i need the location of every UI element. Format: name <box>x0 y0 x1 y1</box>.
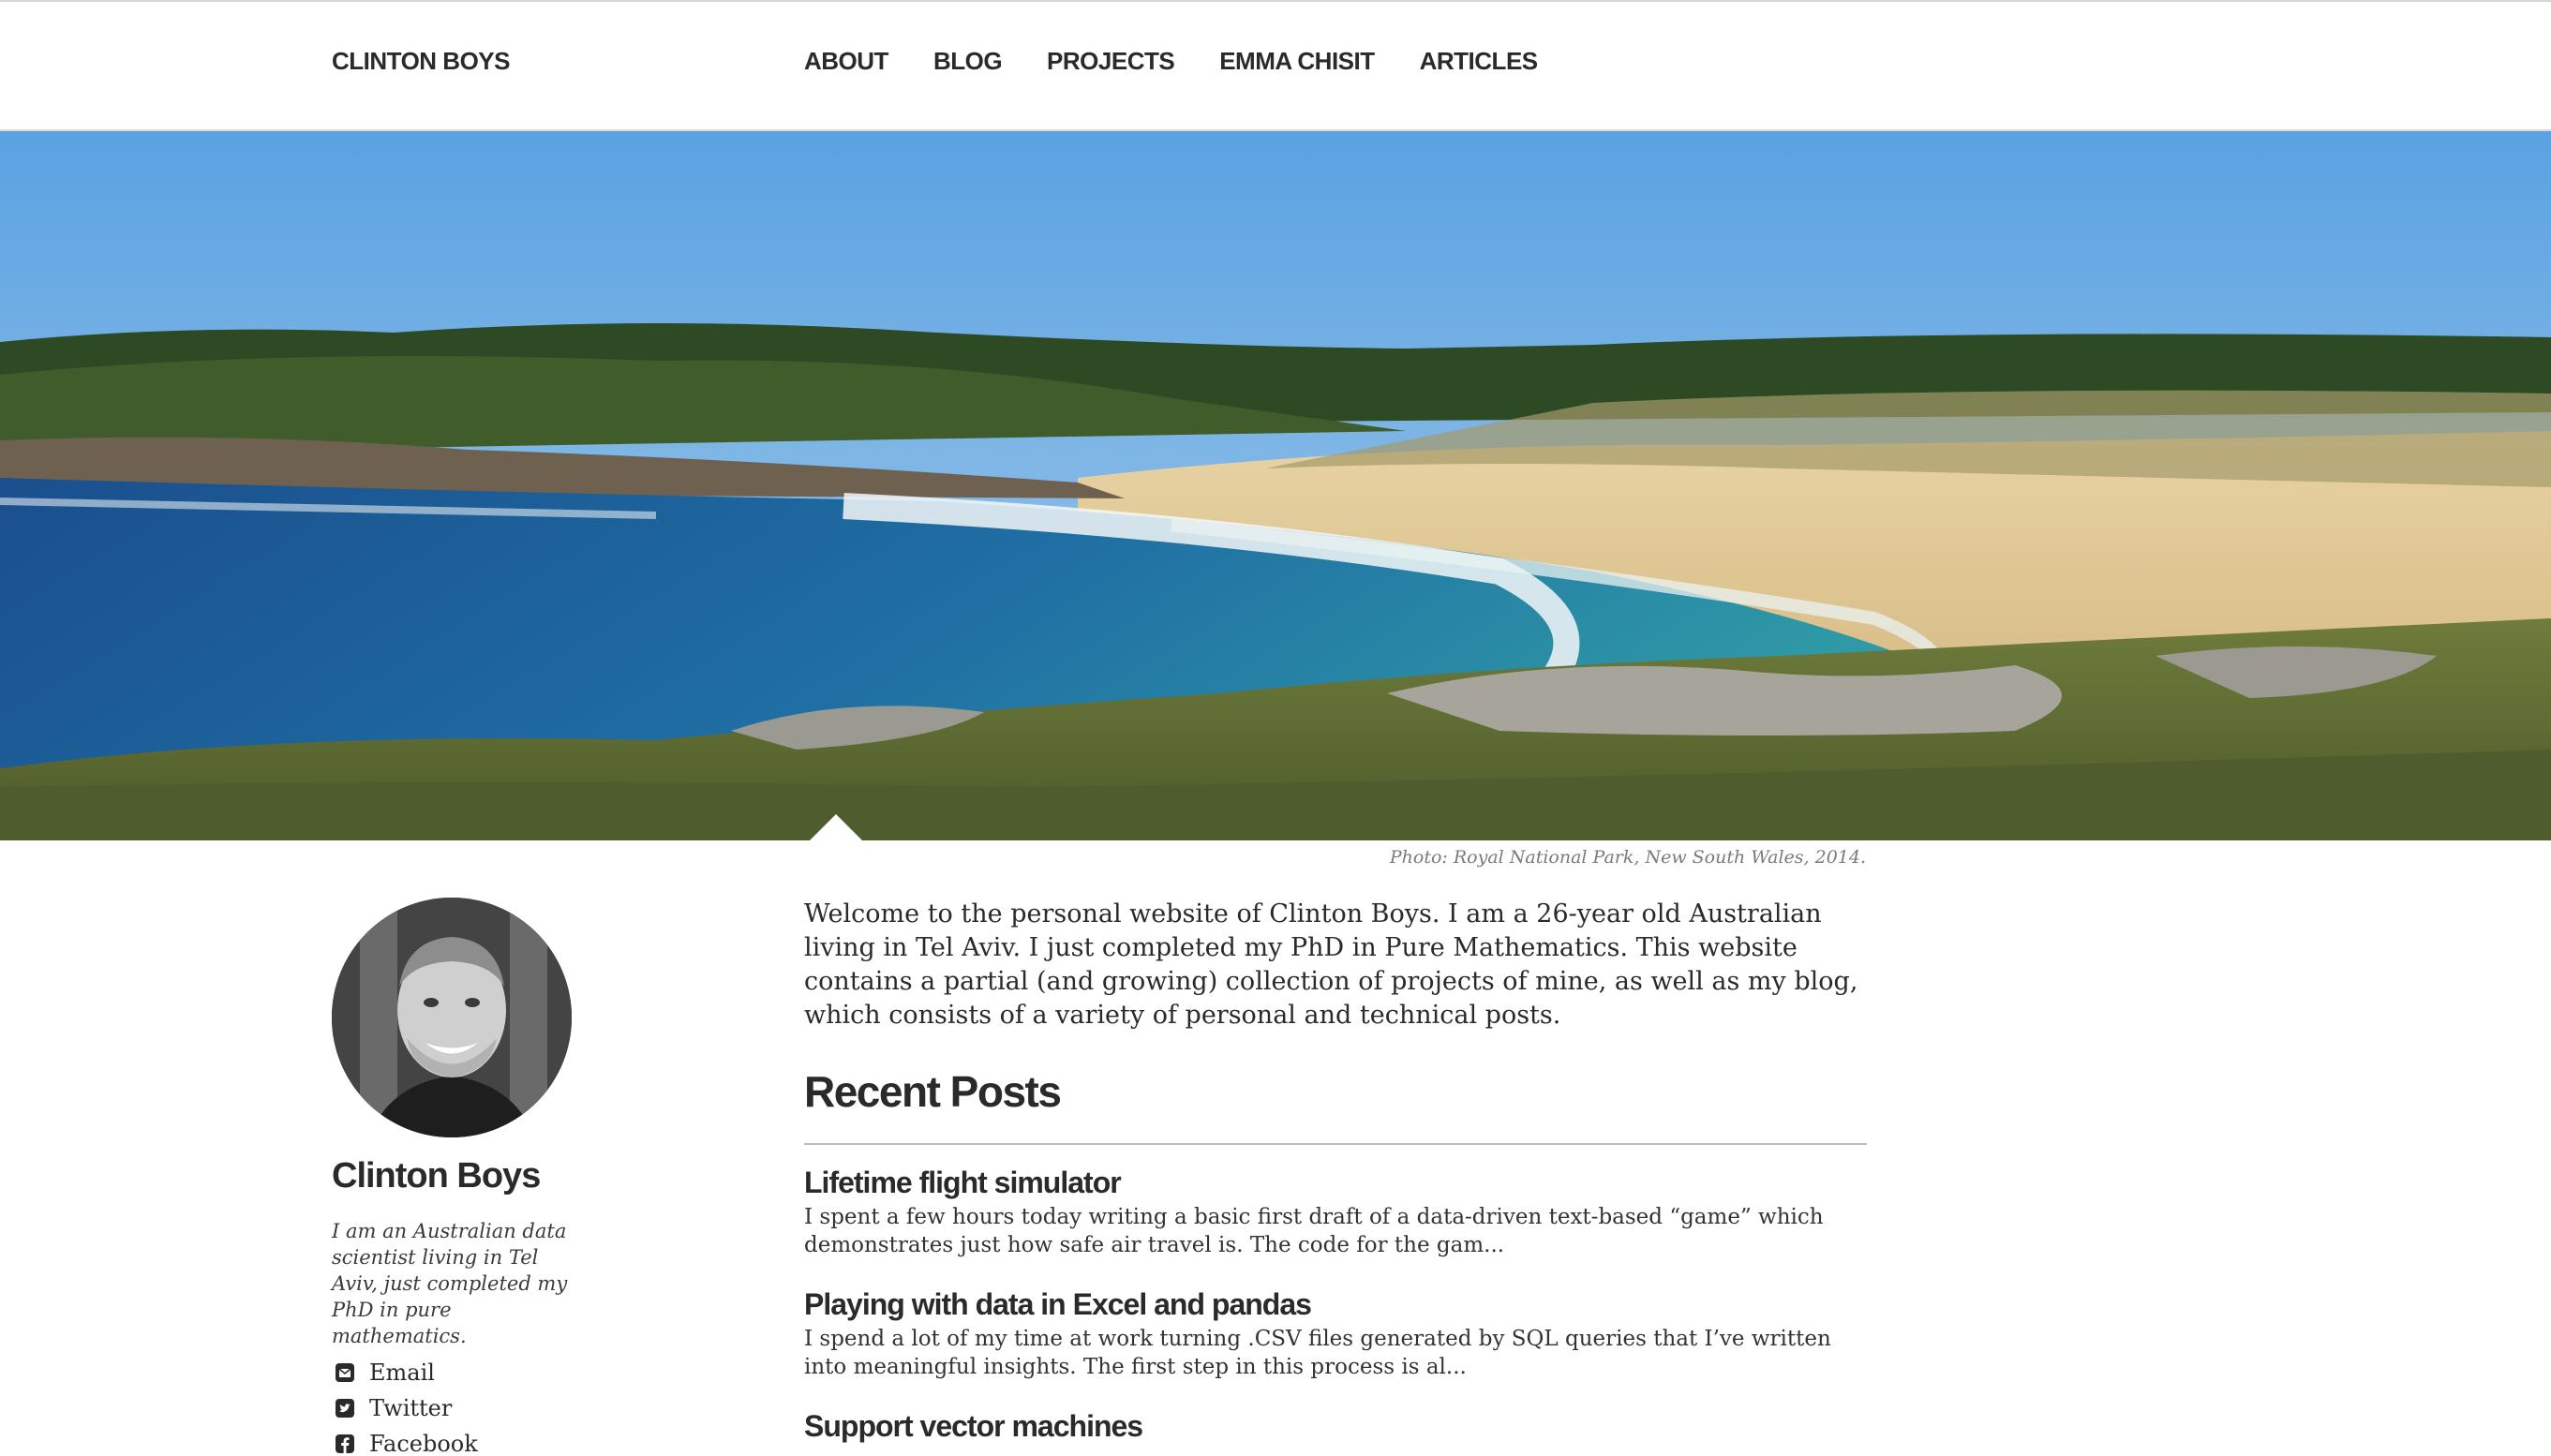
facebook-link[interactable]: Facebook <box>369 1431 478 1456</box>
sidebar-name: Clinton Boys <box>332 1156 541 1196</box>
social-item-email: Email <box>334 1355 478 1390</box>
hero-caption: Photo: Royal National Park, New South Wa… <box>1389 847 1866 868</box>
list-item: Support vector machines <box>804 1405 1872 1447</box>
list-item: Playing with data in Excel and pandas I … <box>804 1284 1872 1381</box>
twitter-link[interactable]: Twitter <box>369 1395 452 1421</box>
site-brand-link[interactable]: CLINTON BOYS <box>332 47 510 76</box>
twitter-icon <box>334 1397 356 1419</box>
post-excerpt: I spent a few hours today writing a basi… <box>804 1205 1824 1257</box>
social-item-twitter: Twitter <box>334 1390 478 1426</box>
hero-notch <box>810 814 862 840</box>
nav-item-about[interactable]: ABOUT <box>804 47 888 76</box>
post-excerpt: I spend a lot of my time at work turning… <box>804 1327 1831 1379</box>
social-item-facebook: Facebook <box>334 1426 478 1456</box>
post-title-link[interactable]: Support vector machines <box>804 1405 1872 1447</box>
nav-item-projects[interactable]: PROJECTS <box>1047 47 1175 76</box>
nav-item-blog[interactable]: BLOG <box>933 47 1003 76</box>
recent-posts-heading: Recent Posts <box>804 1067 1062 1116</box>
intro-paragraph: Welcome to the personal website of Clint… <box>804 899 1858 1030</box>
avatar <box>332 898 572 1137</box>
envelope-icon <box>334 1361 356 1384</box>
email-link[interactable]: Email <box>369 1359 435 1386</box>
list-item: Lifetime flight simulator I spent a few … <box>804 1162 1872 1259</box>
main-nav: ABOUT BLOG PROJECTS EMMA CHISIT ARTICLES <box>804 47 1538 76</box>
site-header: CLINTON BOYS ABOUT BLOG PROJECTS EMMA CH… <box>0 2 2551 131</box>
hero-photo <box>0 131 2551 840</box>
social-links: Email Twitter Facebook <box>334 1355 478 1456</box>
post-list: Lifetime flight simulator I spent a few … <box>804 1162 1872 1456</box>
facebook-icon <box>334 1433 356 1455</box>
sidebar-bio: I am an Australian data scientist living… <box>332 1220 568 1347</box>
nav-item-articles[interactable]: ARTICLES <box>1420 47 1539 76</box>
nav-item-emma-chisit[interactable]: EMMA CHISIT <box>1219 47 1375 76</box>
post-title-link[interactable]: Playing with data in Excel and pandas <box>804 1284 1872 1325</box>
post-title-link[interactable]: Lifetime flight simulator <box>804 1162 1872 1203</box>
section-divider <box>804 1143 1867 1145</box>
